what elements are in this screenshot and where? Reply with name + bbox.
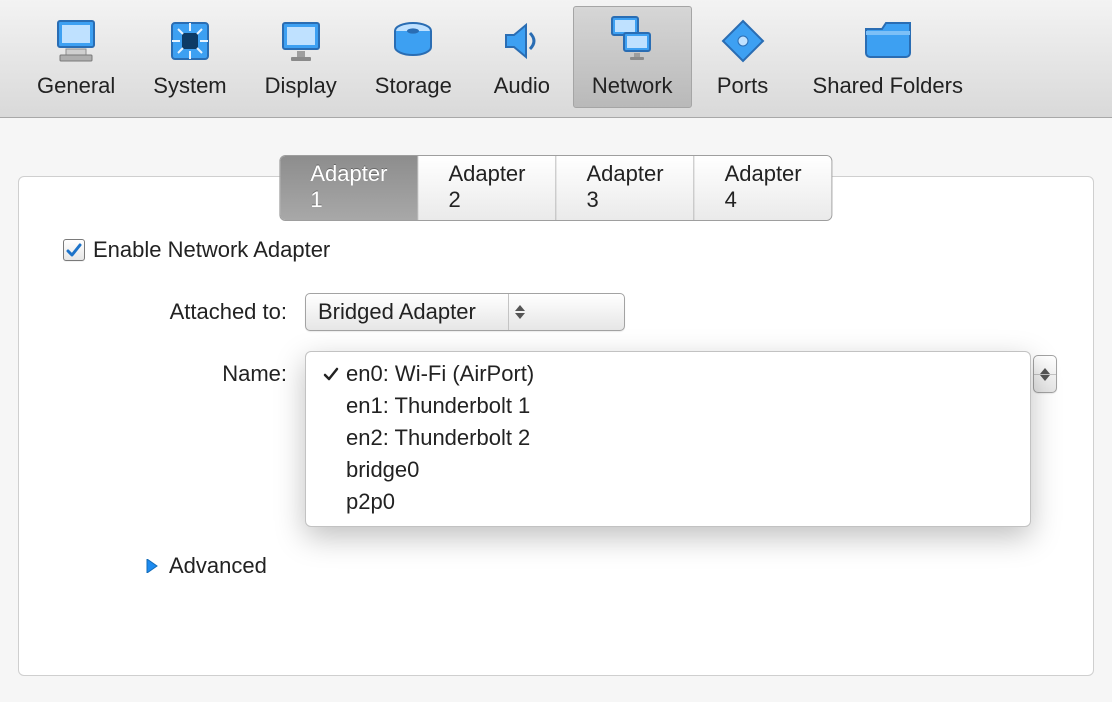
name-option-label: en0: Wi-Fi (AirPort) (346, 361, 534, 387)
name-option-label: bridge0 (346, 457, 419, 483)
disk-icon (381, 11, 445, 71)
name-option-en1[interactable]: en1: Thunderbolt 1 (306, 390, 1030, 422)
toolbar-item-ports[interactable]: Ports (692, 6, 794, 108)
toolbar-label: Storage (375, 73, 452, 99)
toolbar-item-storage[interactable]: Storage (356, 6, 471, 108)
ports-icon (711, 11, 775, 71)
toolbar-item-system[interactable]: System (134, 6, 245, 108)
network-panel: Adapter 1 Adapter 2 Adapter 3 Adapter 4 … (18, 176, 1094, 676)
advanced-disclosure[interactable]: Advanced (145, 553, 1057, 579)
name-option-label: p2p0 (346, 489, 395, 515)
tab-adapter-3[interactable]: Adapter 3 (557, 156, 695, 220)
toolbar-label: Display (265, 73, 337, 99)
computer-icon (44, 11, 108, 71)
toolbar-label: General (37, 73, 115, 99)
name-dropdown-menu: en0: Wi-Fi (AirPort) en1: Thunderbolt 1 … (305, 351, 1031, 527)
tab-adapter-4[interactable]: Adapter 4 (695, 156, 832, 220)
toolbar-item-network[interactable]: Network (573, 6, 692, 108)
toolbar-item-general[interactable]: General (18, 6, 134, 108)
name-label: Name: (55, 361, 305, 387)
chip-icon (158, 11, 222, 71)
toolbar-item-audio[interactable]: Audio (471, 6, 573, 108)
checkmark-icon (320, 366, 342, 382)
enable-adapter-checkbox[interactable] (63, 239, 85, 261)
checkmark-icon (66, 242, 82, 258)
toolbar: General System (0, 0, 1112, 118)
name-option-p2p0[interactable]: p2p0 (306, 486, 1030, 518)
attached-to-combo[interactable]: Bridged Adapter (305, 293, 625, 331)
enable-adapter-label: Enable Network Adapter (93, 237, 330, 263)
name-option-label: en1: Thunderbolt 1 (346, 393, 530, 419)
attached-to-label: Attached to: (55, 299, 305, 325)
updown-arrows-icon (508, 294, 526, 330)
name-option-label: en2: Thunderbolt 2 (346, 425, 530, 451)
toolbar-label: Shared Folders (813, 73, 963, 99)
name-stepper[interactable] (1033, 355, 1057, 393)
tab-adapter-2[interactable]: Adapter 2 (418, 156, 556, 220)
toolbar-item-display[interactable]: Display (246, 6, 356, 108)
name-option-en0[interactable]: en0: Wi-Fi (AirPort) (306, 358, 1030, 390)
toolbar-label: System (153, 73, 226, 99)
adapter-tabs: Adapter 1 Adapter 2 Adapter 3 Adapter 4 (279, 155, 832, 221)
display-icon (269, 11, 333, 71)
speaker-icon (490, 11, 554, 71)
attached-to-value: Bridged Adapter (318, 299, 500, 325)
folder-icon (856, 11, 920, 71)
toolbar-item-shared-folders[interactable]: Shared Folders (794, 6, 982, 108)
toolbar-label: Ports (717, 73, 768, 99)
disclosure-triangle-icon (145, 559, 159, 573)
toolbar-label: Network (592, 73, 673, 99)
toolbar-label: Audio (494, 73, 550, 99)
name-option-bridge0[interactable]: bridge0 (306, 454, 1030, 486)
content: Adapter 1 Adapter 2 Adapter 3 Adapter 4 … (0, 118, 1112, 676)
network-icon (600, 11, 664, 71)
name-option-en2[interactable]: en2: Thunderbolt 2 (306, 422, 1030, 454)
tab-adapter-1[interactable]: Adapter 1 (280, 156, 418, 220)
advanced-label: Advanced (169, 553, 267, 579)
